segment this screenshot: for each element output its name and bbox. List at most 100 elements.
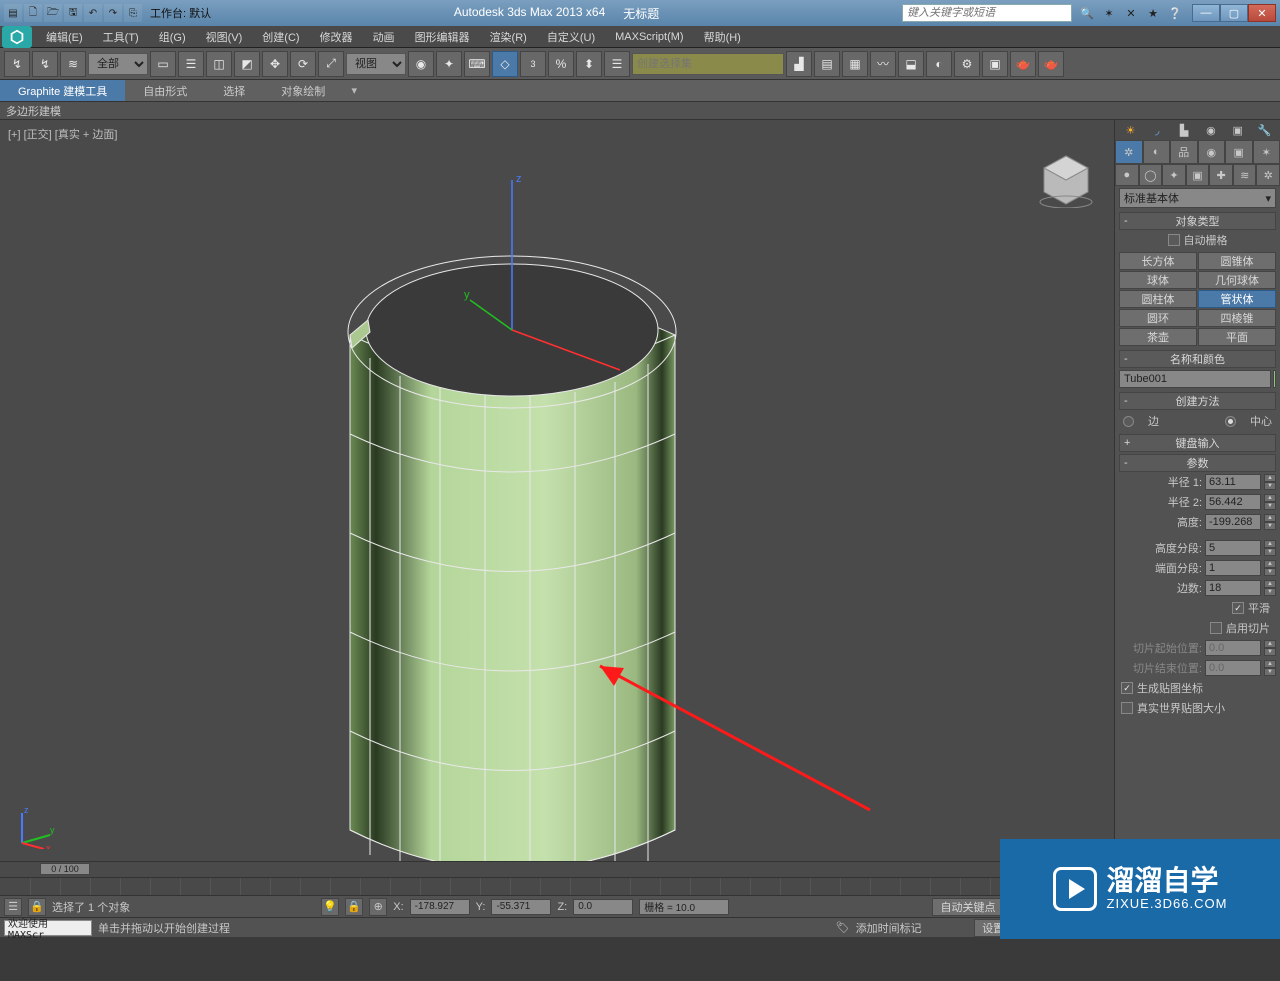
keyboard-shortcut-icon[interactable]: ⌨	[464, 51, 490, 77]
edit-named-sel-icon[interactable]: ☰	[604, 51, 630, 77]
lock-icon[interactable]: 🔒	[345, 898, 363, 916]
workspace-dropdown[interactable]: 工作台: 默认	[150, 5, 211, 21]
hseg-spinner[interactable]: ▲▼	[1264, 540, 1276, 556]
prim-torus[interactable]: 圆环	[1119, 309, 1197, 327]
viewport[interactable]: [+] [正交] [真实 + 边面]	[0, 120, 1114, 861]
pivot-center-icon[interactable]: ◉	[408, 51, 434, 77]
infocenter-icon[interactable]: 🔍	[1078, 4, 1096, 22]
radius1-input[interactable]: 63.11	[1205, 474, 1261, 490]
render-iterative-icon[interactable]: 🫖	[1038, 51, 1064, 77]
spinner-snap-icon[interactable]: ⬍	[576, 51, 602, 77]
autokey-button[interactable]: 自动关键点	[932, 898, 1004, 916]
object-name-input[interactable]	[1119, 370, 1271, 388]
radius2-spinner[interactable]: ▲▼	[1264, 494, 1276, 510]
move-icon[interactable]: ✥	[262, 51, 288, 77]
height-spinner[interactable]: ▲▼	[1264, 514, 1276, 530]
slice-on-checkbox[interactable]	[1210, 622, 1222, 634]
shapes-icon[interactable]: ◯	[1139, 164, 1163, 186]
real-world-checkbox[interactable]	[1121, 702, 1133, 714]
app-menu-icon[interactable]: ▤	[4, 4, 22, 22]
prim-box[interactable]: 长方体	[1119, 252, 1197, 270]
tube-object[interactable]: z y	[0, 120, 1114, 861]
render-production-icon[interactable]: 🫖	[1010, 51, 1036, 77]
rollout-keyboard[interactable]: +键盘输入	[1119, 434, 1276, 452]
hammer-icon[interactable]: ▙	[1175, 122, 1193, 138]
link-icon[interactable]: ⎘	[124, 4, 142, 22]
menu-edit[interactable]: 编辑(E)	[36, 26, 93, 47]
mirror-icon[interactable]: ▟	[786, 51, 812, 77]
prim-cone[interactable]: 圆锥体	[1198, 252, 1276, 270]
radio-edge[interactable]	[1123, 416, 1134, 427]
percent-snap-icon[interactable]: %	[548, 51, 574, 77]
x-value[interactable]: -178.927	[410, 899, 470, 915]
window-crossing-icon[interactable]: ◩	[234, 51, 260, 77]
rendered-frame-icon[interactable]: ▣	[982, 51, 1008, 77]
menu-help[interactable]: 帮助(H)	[694, 26, 751, 47]
menu-animation[interactable]: 动画	[363, 26, 405, 47]
add-time-tag[interactable]: 添加时间标记	[856, 920, 922, 936]
align-icon[interactable]: ▤	[814, 51, 840, 77]
schematic-view-icon[interactable]: ⬓	[898, 51, 924, 77]
tab-selection[interactable]: 选择	[205, 80, 263, 101]
menu-rendering[interactable]: 渲染(R)	[480, 26, 537, 47]
lights-icon[interactable]: ✦	[1162, 164, 1186, 186]
select-manipulate-icon[interactable]: ✦	[436, 51, 462, 77]
motion-tab[interactable]: ◉	[1198, 140, 1226, 164]
frame-indicator[interactable]: 0 / 100	[40, 863, 90, 875]
radius1-spinner[interactable]: ▲▼	[1264, 474, 1276, 490]
time-tag-icon[interactable]: 🏷	[836, 921, 850, 934]
open-icon[interactable]: 🗁	[44, 4, 62, 22]
ref-coord-dropdown[interactable]: 视图	[346, 53, 406, 75]
select-link-icon[interactable]: ↯	[4, 51, 30, 77]
menu-create[interactable]: 创建(C)	[252, 26, 309, 47]
color-swatch[interactable]	[1273, 370, 1276, 388]
cameras-icon[interactable]: ▣	[1186, 164, 1210, 186]
prim-teapot[interactable]: 茶壶	[1119, 328, 1197, 346]
bind-spacewarp-icon[interactable]: ≋	[60, 51, 86, 77]
ribbon-minimize-icon[interactable]: ▾	[343, 80, 365, 101]
rollout-creation-method[interactable]: -创建方法	[1119, 392, 1276, 410]
arc-icon[interactable]: ◞	[1148, 122, 1166, 138]
subscription-icon[interactable]: ✶	[1100, 4, 1118, 22]
sun-icon[interactable]: ☀	[1121, 122, 1139, 138]
z-value[interactable]: 0.0	[573, 899, 633, 915]
cseg-spinner[interactable]: ▲▼	[1264, 560, 1276, 576]
hierarchy-tab[interactable]: 品	[1170, 140, 1198, 164]
menu-maxscript[interactable]: MAXScript(M)	[605, 26, 693, 47]
rollout-name-color[interactable]: -名称和颜色	[1119, 350, 1276, 368]
display-icon[interactable]: ◉	[1202, 122, 1220, 138]
systems-icon[interactable]: ✲	[1256, 164, 1280, 186]
rotate-icon[interactable]: ⟳	[290, 51, 316, 77]
isolate-icon[interactable]: 💡	[321, 898, 339, 916]
helpers-icon[interactable]: ✚	[1209, 164, 1233, 186]
material-editor-icon[interactable]: ◐	[926, 51, 952, 77]
tab-paint[interactable]: 对象绘制	[263, 80, 343, 101]
cseg-input[interactable]: 1	[1205, 560, 1261, 576]
y-value[interactable]: -55.371	[491, 899, 551, 915]
tab-graphite[interactable]: Graphite 建模工具	[0, 80, 125, 101]
rollout-object-type[interactable]: -对象类型	[1119, 212, 1276, 230]
curve-editor-icon[interactable]: 〰	[870, 51, 896, 77]
coord-display-icon[interactable]: ⊕	[369, 898, 387, 916]
maximize-button[interactable]: ▢	[1220, 4, 1248, 22]
select-by-name-icon[interactable]: ☰	[178, 51, 204, 77]
app-logo-icon[interactable]	[2, 26, 32, 48]
spacewarps-icon[interactable]: ≋	[1233, 164, 1257, 186]
modify-tab[interactable]: ◐	[1143, 140, 1171, 164]
selection-filter-dropdown[interactable]: 全部	[88, 53, 148, 75]
menu-group[interactable]: 组(G)	[149, 26, 196, 47]
layers-icon[interactable]: ▦	[842, 51, 868, 77]
trackbar-toggle-icon[interactable]: ☰	[4, 898, 22, 916]
unlink-icon[interactable]: ↯	[32, 51, 58, 77]
scale-icon[interactable]: ⤢	[318, 51, 344, 77]
prim-tube[interactable]: 管状体	[1198, 290, 1276, 308]
menu-graph-editors[interactable]: 图形编辑器	[405, 26, 480, 47]
menu-customize[interactable]: 自定义(U)	[537, 26, 605, 47]
gen-uv-checkbox[interactable]	[1121, 682, 1133, 694]
prim-sphere[interactable]: 球体	[1119, 271, 1197, 289]
viewcube[interactable]	[1036, 148, 1096, 208]
sides-input[interactable]: 18	[1205, 580, 1261, 596]
selection-lock-icon[interactable]: 🔒	[28, 898, 46, 916]
prim-pyramid[interactable]: 四棱锥	[1198, 309, 1276, 327]
radius2-input[interactable]: 56.442	[1205, 494, 1261, 510]
